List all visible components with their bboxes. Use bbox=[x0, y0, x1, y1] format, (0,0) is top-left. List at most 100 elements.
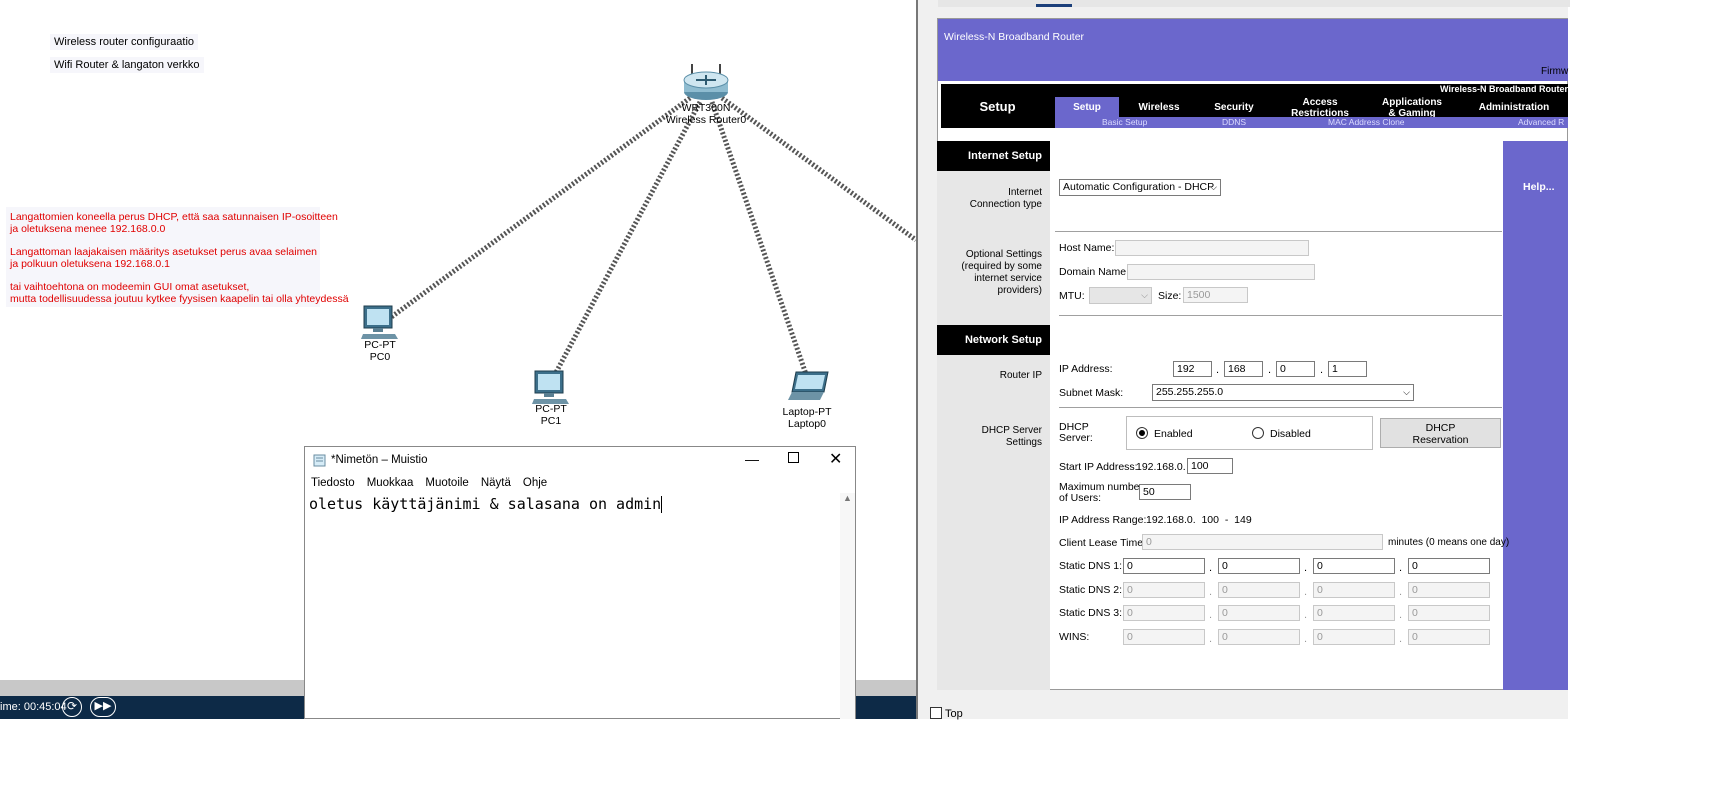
router-header: Wireless-N Broadband Router Firmw bbox=[938, 19, 1568, 81]
maximize-icon[interactable] bbox=[788, 452, 799, 463]
subnet-mask-select[interactable]: 255.255.255.0 ⌵ bbox=[1152, 384, 1414, 401]
notepad-text-area[interactable]: oletus käyttäjänimi & salasana on admin bbox=[305, 493, 855, 515]
wins-label: WINS: bbox=[1059, 631, 1090, 643]
reset-time-icon[interactable]: ⟳ bbox=[62, 697, 82, 717]
panel-tabstrip bbox=[938, 0, 1570, 7]
device-wireless-router0[interactable]: WRT300N Wireless Router0 bbox=[660, 60, 752, 130]
device-name-label: PC1 bbox=[540, 415, 562, 427]
top-checkbox[interactable] bbox=[930, 707, 942, 719]
dot-separator: . bbox=[1209, 586, 1213, 598]
tab-wireless[interactable]: Wireless bbox=[1126, 102, 1192, 113]
dhcp-disabled-label: Disabled bbox=[1270, 428, 1311, 440]
minimize-icon[interactable]: — bbox=[745, 451, 759, 467]
dhcp-enabled-radio[interactable] bbox=[1136, 427, 1148, 439]
router-header-title: Wireless-N Broadband Router bbox=[944, 31, 1085, 43]
notepad-content: oletus käyttäjänimi & salasana on admin bbox=[309, 495, 662, 513]
red-note-line: ja oletuksena menee 192.168.0.0 bbox=[10, 223, 166, 235]
divider bbox=[1059, 407, 1502, 408]
menu-muotoile[interactable]: Muotoile bbox=[419, 477, 474, 489]
section-internet-setup: Internet Setup bbox=[937, 141, 1050, 171]
tab-applications-gaming[interactable]: Applications & Gaming bbox=[1372, 97, 1452, 119]
device-model-label: Laptop-PT bbox=[782, 406, 832, 418]
mtu-size-input[interactable]: 1500 bbox=[1183, 287, 1248, 303]
chevron-down-icon: ⌵ bbox=[1403, 387, 1410, 397]
host-name-input[interactable] bbox=[1115, 240, 1309, 256]
red-note-line: Langattomien koneella perus DHCP, että s… bbox=[10, 211, 338, 223]
notepad-title: *Nimetön – Muistio bbox=[331, 454, 428, 466]
host-name-label: Host Name: bbox=[1059, 242, 1115, 254]
subtab-mac-clone[interactable]: MAC Address Clone bbox=[1328, 117, 1405, 128]
text-caret bbox=[661, 496, 663, 513]
dns1-octet-2[interactable]: 0 bbox=[1218, 558, 1300, 574]
wins-octet-4[interactable]: 0 bbox=[1408, 629, 1490, 645]
wins-octet-1[interactable]: 0 bbox=[1123, 629, 1205, 645]
subtab-ddns[interactable]: DDNS bbox=[1222, 117, 1246, 128]
device-laptop0[interactable]: Laptop-PT Laptop0 bbox=[776, 368, 838, 430]
dns3-octet-4[interactable]: 0 bbox=[1408, 605, 1490, 621]
dhcp-reservation-button[interactable]: DHCP Reservation bbox=[1380, 418, 1501, 448]
time-label: ime: 00:45:04 bbox=[0, 701, 67, 713]
dot-separator: . bbox=[1209, 633, 1213, 645]
start-ip-label: Start IP Address: bbox=[1059, 461, 1138, 473]
red-note-box[interactable]: Langattomien koneella perus DHCP, että s… bbox=[6, 207, 349, 307]
dhcp-disabled-radio[interactable] bbox=[1252, 427, 1264, 439]
menu-muokkaa[interactable]: Muokkaa bbox=[361, 477, 420, 489]
ip-octet-1[interactable]: 192 bbox=[1173, 361, 1212, 377]
router-left-column bbox=[937, 141, 1050, 690]
static-dns3-label: Static DNS 3: bbox=[1059, 607, 1123, 619]
menu-tiedosto[interactable]: Tiedosto bbox=[305, 477, 361, 489]
note-label-1[interactable]: Wireless router configuraatio bbox=[50, 34, 199, 50]
device-model-label: PC-PT bbox=[535, 403, 567, 415]
max-users-label: Maximum number of Users: bbox=[1059, 481, 1144, 504]
chevron-down-icon: ⌵ bbox=[1210, 182, 1217, 192]
close-icon[interactable]: ✕ bbox=[829, 449, 842, 469]
dhcp-enabled-label: Enabled bbox=[1154, 428, 1193, 440]
ip-octet-3[interactable]: 0 bbox=[1276, 361, 1315, 377]
domain-name-input[interactable] bbox=[1127, 264, 1315, 280]
note-label-2[interactable]: Wifi Router & langaton verkko bbox=[50, 57, 204, 73]
max-users-input[interactable]: 50 bbox=[1139, 484, 1191, 500]
start-ip-input[interactable]: 100 bbox=[1187, 458, 1233, 474]
device-pc0[interactable]: PC-PT PC0 bbox=[355, 302, 405, 364]
dns2-octet-3[interactable]: 0 bbox=[1313, 582, 1395, 598]
ip-octet-2[interactable]: 168 bbox=[1224, 361, 1263, 377]
mtu-select[interactable]: ⌵ bbox=[1089, 287, 1152, 304]
notepad-icon bbox=[313, 454, 326, 467]
dot-separator: . bbox=[1304, 633, 1308, 645]
lease-time-input[interactable]: 0 bbox=[1142, 534, 1383, 550]
ip-octet-4[interactable]: 1 bbox=[1328, 361, 1367, 377]
notepad-scrollbar[interactable]: ▲ bbox=[840, 493, 855, 719]
dns1-octet-3[interactable]: 0 bbox=[1313, 558, 1395, 574]
dns3-octet-2[interactable]: 0 bbox=[1218, 605, 1300, 621]
fast-forward-icon[interactable]: ▶▶ bbox=[90, 697, 116, 717]
dns3-octet-3[interactable]: 0 bbox=[1313, 605, 1395, 621]
subtab-advanced-routing[interactable]: Advanced R bbox=[1518, 117, 1564, 128]
dns1-octet-4[interactable]: 0 bbox=[1408, 558, 1490, 574]
device-pc1[interactable]: PC-PT PC1 bbox=[526, 367, 576, 429]
subtab-basic-setup[interactable]: Basic Setup bbox=[1102, 117, 1147, 128]
menu-nayta[interactable]: Näytä bbox=[475, 477, 517, 489]
help-link[interactable]: Help... bbox=[1523, 181, 1555, 193]
conn-type-select[interactable]: Automatic Configuration - DHCP ⌵ bbox=[1059, 179, 1221, 196]
dns2-octet-2[interactable]: 0 bbox=[1218, 582, 1300, 598]
dns2-octet-1[interactable]: 0 bbox=[1123, 582, 1205, 598]
tab-access-restrictions[interactable]: Access Restrictions bbox=[1280, 97, 1360, 119]
tab-security[interactable]: Security bbox=[1200, 102, 1268, 113]
scroll-up-icon[interactable]: ▲ bbox=[843, 493, 852, 503]
dns3-octet-1[interactable]: 0 bbox=[1123, 605, 1205, 621]
size-label: Size: bbox=[1158, 290, 1182, 302]
dns1-octet-1[interactable]: 0 bbox=[1123, 558, 1205, 574]
dhcp-settings-label: DHCP Server Settings bbox=[981, 425, 1042, 448]
notepad-window[interactable]: *Nimetön – Muistio — ✕ Tiedosto Muokkaa … bbox=[304, 446, 856, 719]
tab-administration[interactable]: Administration bbox=[1466, 102, 1562, 113]
notepad-titlebar[interactable]: *Nimetön – Muistio — ✕ bbox=[305, 447, 855, 473]
red-note-line: tai vaihtoehtona on modeemin GUI omat as… bbox=[10, 281, 250, 293]
dns2-octet-4[interactable]: 0 bbox=[1408, 582, 1490, 598]
menu-ohje[interactable]: Ohje bbox=[517, 477, 553, 489]
firmware-label: Firmw bbox=[1541, 66, 1569, 77]
divider bbox=[1055, 231, 1502, 232]
tab-setup[interactable]: Setup bbox=[1055, 102, 1119, 113]
start-ip-prefix: 192.168.0. bbox=[1136, 461, 1186, 473]
wins-octet-2[interactable]: 0 bbox=[1218, 629, 1300, 645]
wins-octet-3[interactable]: 0 bbox=[1313, 629, 1395, 645]
